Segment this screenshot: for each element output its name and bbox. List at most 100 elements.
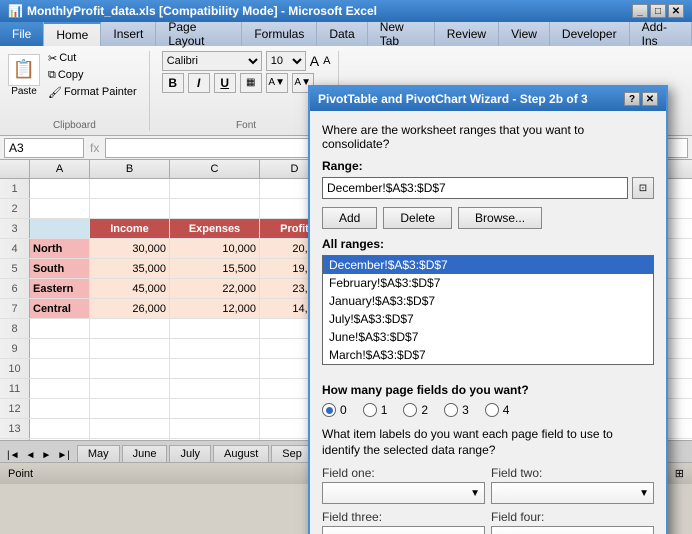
decrease-font-btn[interactable]: A xyxy=(323,55,330,67)
field-four-label: Field four: xyxy=(491,510,654,524)
sheet-tab-july[interactable]: July xyxy=(169,445,211,462)
cell-a6[interactable]: Eastern xyxy=(30,279,90,298)
cell-a2[interactable] xyxy=(30,199,90,218)
underline-button[interactable]: U xyxy=(214,73,236,93)
radio-3[interactable]: 3 xyxy=(444,403,469,417)
range-item-june[interactable]: June!$A$3:$D$7 xyxy=(323,328,653,346)
sheet-tab-may[interactable]: May xyxy=(77,445,120,462)
next-sheet-btn[interactable]: ► xyxy=(38,449,54,462)
row-num: 2 xyxy=(0,199,30,218)
radio-1[interactable]: 1 xyxy=(363,403,388,417)
cell-a3[interactable] xyxy=(30,219,90,238)
cell-b5[interactable]: 35,000 xyxy=(90,259,170,278)
minimize-btn[interactable]: _ xyxy=(632,4,648,18)
tab-formulas[interactable]: Formulas xyxy=(242,22,317,46)
tab-review[interactable]: Review xyxy=(435,22,499,46)
name-box[interactable] xyxy=(4,138,84,158)
field-three-dropdown[interactable]: ▼ xyxy=(322,526,485,534)
sheet-tab-sep[interactable]: Sep xyxy=(271,445,313,462)
cell-b4[interactable]: 30,000 xyxy=(90,239,170,258)
title-bar-left: 📊 MonthlyProfit_data.xls [Compatibility … xyxy=(8,4,377,18)
tab-developer[interactable]: Developer xyxy=(550,22,630,46)
paste-button[interactable]: 📋 Paste xyxy=(8,54,40,97)
copy-button[interactable]: ⧉Copy xyxy=(44,68,141,83)
add-range-button[interactable]: Add xyxy=(322,207,377,229)
cell-a7[interactable]: Central xyxy=(30,299,90,318)
sheet-nav[interactable]: |◄ ◄ ► ►| xyxy=(0,449,77,462)
border-button[interactable]: ▦ xyxy=(240,73,262,93)
sheet-tab-august[interactable]: August xyxy=(213,445,269,462)
tab-data[interactable]: Data xyxy=(317,22,367,46)
cell-c4[interactable]: 10,000 xyxy=(170,239,260,258)
font-size-select[interactable]: 10 xyxy=(266,51,306,71)
field-four-dropdown[interactable]: ▼ xyxy=(491,526,654,534)
range-item-may[interactable]: May!$A$3:$D$7 xyxy=(323,364,653,365)
cell-a4[interactable]: North xyxy=(30,239,90,258)
tab-addins[interactable]: Add-Ins xyxy=(630,22,692,46)
col-header-c[interactable]: C xyxy=(170,160,260,178)
dialog-title-controls[interactable]: ? ✕ xyxy=(624,92,658,106)
field-two-dropdown[interactable]: ▼ xyxy=(491,482,654,504)
field-three-label: Field three: xyxy=(322,510,485,524)
cell-c5[interactable]: 15,500 xyxy=(170,259,260,278)
cell-b7[interactable]: 26,000 xyxy=(90,299,170,318)
tab-file[interactable]: File xyxy=(0,22,44,46)
cell-c3[interactable]: Expenses xyxy=(170,219,260,238)
row-num: 4 xyxy=(0,239,30,258)
tab-insert[interactable]: Insert xyxy=(101,22,156,46)
cell-a5[interactable]: South xyxy=(30,259,90,278)
range-item-december[interactable]: December!$A$3:$D$7 xyxy=(323,256,653,274)
tab-view[interactable]: View xyxy=(499,22,550,46)
radio-4[interactable]: 4 xyxy=(485,403,510,417)
last-sheet-btn[interactable]: ►| xyxy=(54,449,73,462)
maximize-btn[interactable]: □ xyxy=(650,4,666,18)
format-painter-button[interactable]: 🖌Format Painter xyxy=(44,85,141,100)
range-input[interactable] xyxy=(322,177,628,199)
close-btn[interactable]: ✕ xyxy=(668,4,684,18)
dialog-help-btn[interactable]: ? xyxy=(624,92,640,106)
tab-page-layout[interactable]: Page Layout xyxy=(156,22,242,46)
fill-color-button[interactable]: A▼ xyxy=(266,73,288,93)
col-header-a[interactable]: A xyxy=(30,160,90,178)
cell-a1[interactable] xyxy=(30,179,90,198)
increase-font-btn[interactable]: A xyxy=(310,53,319,69)
radio-2[interactable]: 2 xyxy=(403,403,428,417)
range-picker-btn[interactable]: ⊡ xyxy=(632,177,654,199)
fields-grid: Field one: ▼ Field two: ▼ Field three: xyxy=(322,466,654,534)
all-ranges-label: All ranges: xyxy=(322,237,654,251)
cell-c1[interactable] xyxy=(170,179,260,198)
status-right: ⊞ xyxy=(675,467,684,480)
tab-home[interactable]: Home xyxy=(44,22,101,46)
first-sheet-btn[interactable]: |◄ xyxy=(4,449,23,462)
font-name-select[interactable]: Calibri xyxy=(162,51,262,71)
prev-sheet-btn[interactable]: ◄ xyxy=(23,449,39,462)
cell-b6[interactable]: 45,000 xyxy=(90,279,170,298)
browse-button[interactable]: Browse... xyxy=(458,207,542,229)
tab-newtab[interactable]: New Tab xyxy=(368,22,435,46)
italic-button[interactable]: I xyxy=(188,73,210,93)
dialog-close-btn[interactable]: ✕ xyxy=(642,92,658,106)
radio-label-1: 1 xyxy=(381,403,388,417)
delete-range-button[interactable]: Delete xyxy=(383,207,452,229)
cell-b2[interactable] xyxy=(90,199,170,218)
range-item-july[interactable]: July!$A$3:$D$7 xyxy=(323,310,653,328)
ranges-list[interactable]: December!$A$3:$D$7 February!$A$3:$D$7 Ja… xyxy=(322,255,654,365)
paste-icon: 📋 xyxy=(8,54,40,86)
sheet-tab-june[interactable]: June xyxy=(122,445,168,462)
cell-b3[interactable]: Income xyxy=(90,219,170,238)
title-bar-controls[interactable]: _ □ ✕ xyxy=(632,4,684,18)
cell-c7[interactable]: 12,000 xyxy=(170,299,260,318)
cell-b1[interactable] xyxy=(90,179,170,198)
cell-c2[interactable] xyxy=(170,199,260,218)
radio-0[interactable]: 0 xyxy=(322,403,347,417)
row-num: 6 xyxy=(0,279,30,298)
cell-c6[interactable]: 22,000 xyxy=(170,279,260,298)
cut-button[interactable]: ✂Cut xyxy=(44,51,141,66)
range-item-march[interactable]: March!$A$3:$D$7 xyxy=(323,346,653,364)
col-header-b[interactable]: B xyxy=(90,160,170,178)
range-item-february[interactable]: February!$A$3:$D$7 xyxy=(323,274,653,292)
range-item-january[interactable]: January!$A$3:$D$7 xyxy=(323,292,653,310)
bold-button[interactable]: B xyxy=(162,73,184,93)
ranges-container: December!$A$3:$D$7 February!$A$3:$D$7 Ja… xyxy=(322,255,654,375)
field-one-dropdown[interactable]: ▼ xyxy=(322,482,485,504)
